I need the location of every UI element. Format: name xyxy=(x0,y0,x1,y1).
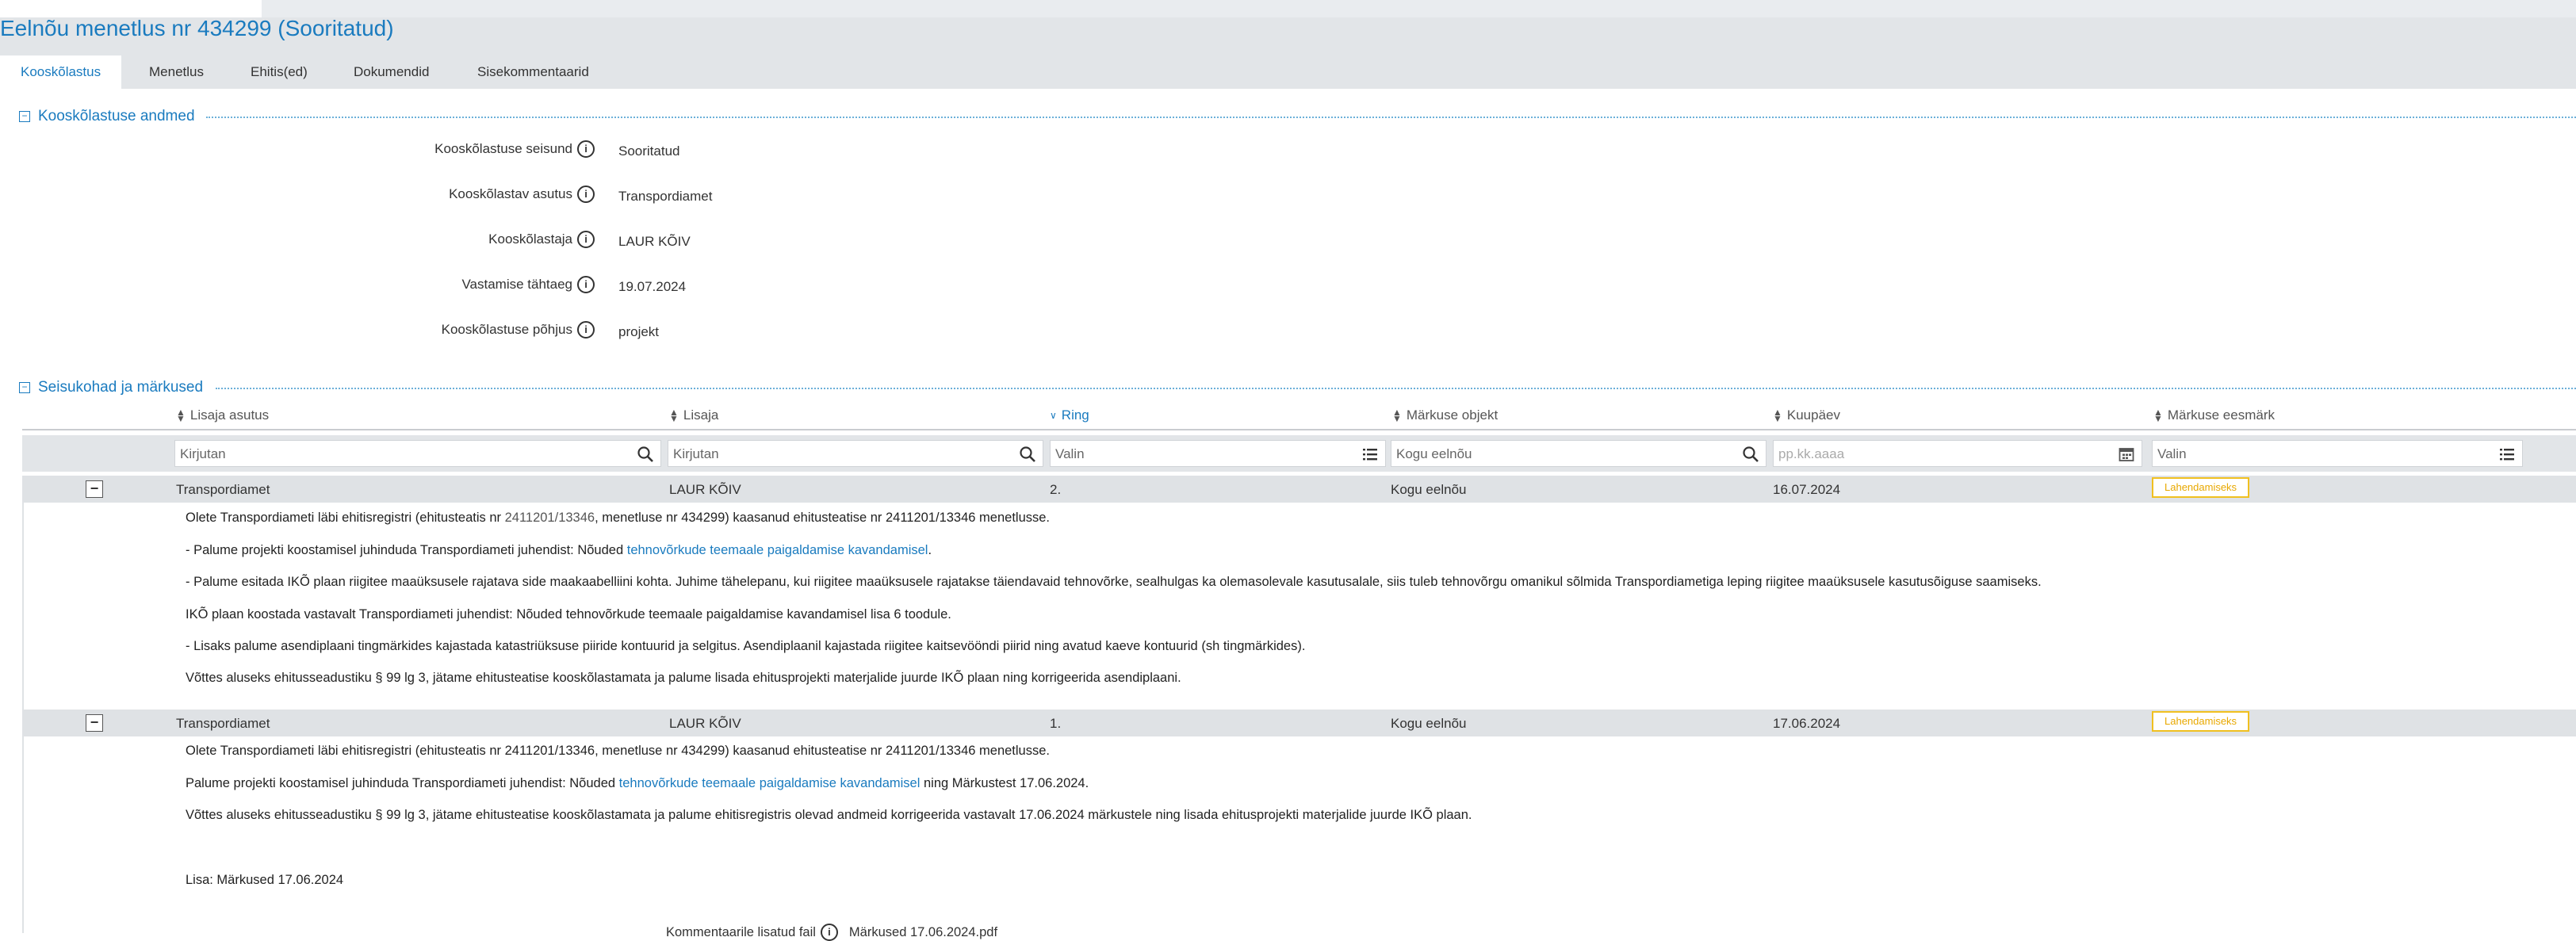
column-header-round[interactable]: ∨ Ring xyxy=(1050,407,1089,423)
column-header-institution[interactable]: ▲ ▼ Lisaja asutus xyxy=(176,407,269,423)
collapse-icon[interactable]: − xyxy=(19,111,30,122)
info-icon[interactable]: i xyxy=(577,140,595,158)
comment-text: - Palume esitada IKÕ plaan riigitee maaü… xyxy=(186,575,2042,589)
field-label: Kooskõlastav asutus i xyxy=(449,186,595,203)
field-row-reason: Kooskõlastuse põhjus i xyxy=(0,319,595,343)
cell-author: LAUR KÕIV xyxy=(669,482,741,497)
sort-icon: ▲ ▼ xyxy=(1392,407,1402,424)
section-divider xyxy=(206,117,2576,118)
field-row-approver: Kooskõlastaja i xyxy=(0,229,595,253)
field-value-reason: projekt xyxy=(618,324,660,339)
column-header-author[interactable]: ▲ ▼ Lisaja xyxy=(669,407,718,423)
list-icon[interactable] xyxy=(1361,446,1379,463)
comment-text: IKÕ plaan koostada vastavalt Transpordia… xyxy=(186,607,951,622)
column-header-date[interactable]: ▲ ▼ Kuupäev xyxy=(1773,407,1840,423)
sort-desc-icon: ∨ xyxy=(1050,410,1057,421)
field-value-status: Sooritatud xyxy=(618,143,680,159)
collapse-row-button[interactable]: − xyxy=(86,714,103,732)
cell-date: 16.07.2024 xyxy=(1773,482,1841,497)
tab-bar: Kooskõlastus Menetlus Ehitis(ed) Dokumen… xyxy=(0,49,2576,89)
search-icon[interactable] xyxy=(1742,446,1759,463)
calendar-icon[interactable] xyxy=(2118,446,2135,463)
cell-institution: Transpordiamet xyxy=(176,482,270,497)
tab-sisekommentaarid[interactable]: Sisekommentaarid xyxy=(457,55,610,89)
attached-file-link[interactable]: Märkused 17.06.2024.pdf xyxy=(849,925,997,940)
info-icon[interactable]: i xyxy=(577,186,595,203)
info-icon[interactable]: i xyxy=(820,924,838,941)
positions-title: Seisukohad ja märkused xyxy=(38,379,204,396)
cell-author: LAUR KÕIV xyxy=(669,716,741,731)
comment-text: Olete Transpordiameti läbi ehitisregistr… xyxy=(186,744,1050,758)
column-header-purpose[interactable]: ▲ ▼ Märkuse eesmärk xyxy=(2153,407,2275,423)
comment-text: Võttes aluseks ehitusseadustiku § 99 lg … xyxy=(186,671,1181,685)
cell-object: Kogu eelnõu xyxy=(1391,482,1467,497)
field-label: Kooskõlastuse seisund i xyxy=(434,140,595,158)
cell-round: 1. xyxy=(1050,716,1062,731)
field-row-deadline: Vastamise tähtaeg i xyxy=(0,274,595,298)
comment-text: - Lisaks palume asendiplaani tingmärkide… xyxy=(186,639,1306,653)
guideline-link[interactable]: tehnovõrkude teemaale paigaldamise kavan… xyxy=(619,776,921,790)
positions-legend[interactable]: − Seisukohad ja märkused xyxy=(19,378,203,397)
filter-purpose-select[interactable]: Valin xyxy=(2152,440,2523,467)
sort-icon: ▲ ▼ xyxy=(669,407,679,424)
info-icon[interactable]: i xyxy=(577,231,595,248)
approval-details-legend[interactable]: − Kooskõlastuse andmed xyxy=(19,107,195,126)
sort-icon: ▲ ▼ xyxy=(176,407,186,424)
comment-text: Olete Transpordiameti läbi ehitisregistr… xyxy=(186,511,1051,525)
comment-text: Võttes aluseks ehitusseadustiku § 99 lg … xyxy=(186,808,1472,822)
tab-dokumendid[interactable]: Dokumendid xyxy=(333,55,450,89)
field-value-approver: LAUR KÕIV xyxy=(618,234,691,249)
cell-object: Kogu eelnõu xyxy=(1391,716,1467,731)
tab-kooskolastus[interactable]: Kooskõlastus xyxy=(0,55,122,89)
section-divider xyxy=(216,388,2576,389)
guideline-link[interactable]: tehnovõrkude teemaale paigaldamise kavan… xyxy=(627,543,928,557)
comment-attachment-note: Lisa: Märkused 17.06.2024 xyxy=(186,873,344,887)
tab-ehitised[interactable]: Ehitis(ed) xyxy=(230,55,328,89)
sort-icon: ▲ ▼ xyxy=(2153,407,2163,424)
field-label: Kooskõlastaja i xyxy=(488,231,595,248)
list-icon[interactable] xyxy=(2498,446,2516,463)
page-title: Eelnõu menetlus nr 434299 (Sooritatud) xyxy=(0,16,394,40)
filter-author-input[interactable]: Kirjutan xyxy=(668,440,1043,467)
field-value-institution: Transpordiamet xyxy=(618,189,713,204)
status-badge: Lahendamiseks xyxy=(2152,477,2250,498)
comment-text: - Palume projekti koostamisel juhinduda … xyxy=(186,543,932,557)
tab-menetlus[interactable]: Menetlus xyxy=(128,55,224,89)
filter-round-select[interactable]: Valin xyxy=(1050,440,1386,467)
info-icon[interactable]: i xyxy=(577,321,595,339)
search-icon[interactable] xyxy=(637,446,654,463)
field-value-deadline: 19.07.2024 xyxy=(618,279,687,294)
field-label: Vastamise tähtaeg i xyxy=(461,276,595,293)
sort-icon: ▲ ▼ xyxy=(1773,407,1782,424)
filter-institution-input[interactable]: Kirjutan xyxy=(174,440,661,467)
column-header-object[interactable]: ▲ ▼ Märkuse objekt xyxy=(1392,407,1498,423)
filter-date-input[interactable]: pp.kk.aaaa xyxy=(1773,440,2142,467)
attached-file-row: Kommentaarile lisatud fail i Märkused 17… xyxy=(666,924,997,941)
cell-date: 17.06.2024 xyxy=(1773,716,1841,731)
status-badge: Lahendamiseks xyxy=(2152,711,2250,732)
filter-object-input[interactable]: Kogu eelnõu xyxy=(1391,440,1766,467)
cell-institution: Transpordiamet xyxy=(176,716,270,731)
comment-text: Palume projekti koostamisel juhinduda Tr… xyxy=(186,776,1089,790)
top-strip xyxy=(0,0,2576,17)
field-row-institution: Kooskõlastav asutus i xyxy=(0,184,595,208)
collapse-row-button[interactable]: − xyxy=(86,480,103,498)
field-row-status: Kooskõlastuse seisund i xyxy=(0,139,595,163)
search-icon[interactable] xyxy=(1019,446,1036,463)
cell-round: 2. xyxy=(1050,482,1062,497)
info-icon[interactable]: i xyxy=(577,276,595,293)
field-label: Kooskõlastuse põhjus i xyxy=(442,321,595,339)
header-divider xyxy=(22,429,2576,430)
collapse-icon[interactable]: − xyxy=(19,382,30,393)
approval-details-title: Kooskõlastuse andmed xyxy=(38,108,195,124)
